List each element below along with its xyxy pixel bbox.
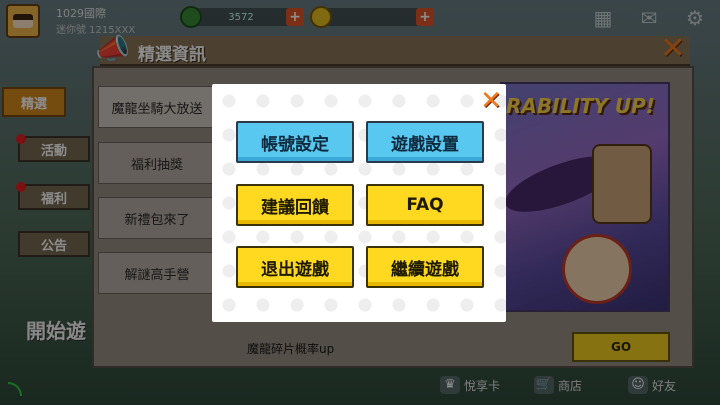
settings-modal: 帳號設定 遊戲設置 建議回饋 FAQ 退出遊戲 繼續遊戲	[212, 84, 506, 322]
account-settings-button[interactable]: 帳號設定	[236, 121, 354, 163]
modal-close-icon[interactable]: ✕	[478, 88, 504, 114]
faq-button[interactable]: FAQ	[366, 184, 484, 226]
continue-game-button[interactable]: 繼續遊戲	[366, 246, 484, 288]
exit-game-button[interactable]: 退出遊戲	[236, 246, 354, 288]
feedback-button[interactable]: 建議回饋	[236, 184, 354, 226]
game-settings-button[interactable]: 遊戲設置	[366, 121, 484, 163]
